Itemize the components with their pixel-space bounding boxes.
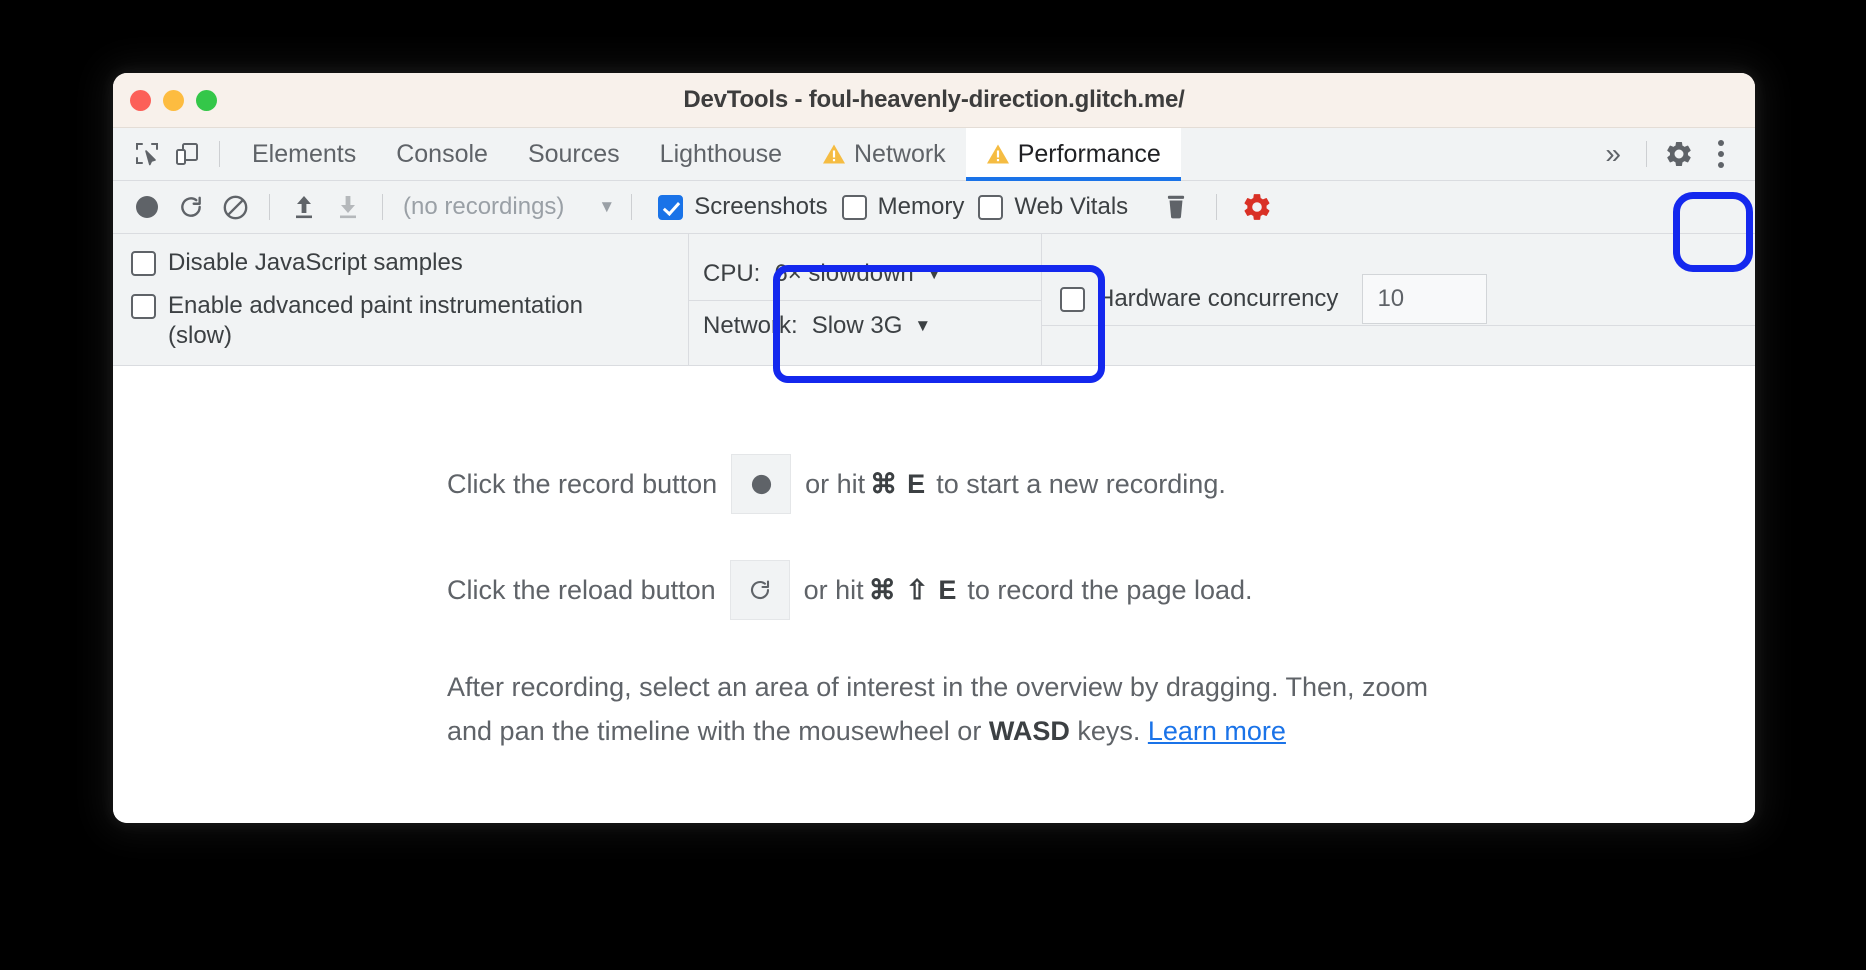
tab-label: Lighthouse [659,139,782,168]
record-instruction-before: Click the record button [447,468,718,499]
screenshot-root: DevTools - foul-heavenly-direction.glitc… [0,0,1866,970]
inspect-element-icon[interactable] [127,134,167,174]
cpu-throttling-value: 6× slowdown [774,259,914,287]
wasd-keys-label: WASD [988,715,1070,746]
reload-and-record-button[interactable] [169,185,213,229]
warning-triangle-icon [823,144,845,164]
tabbar-right-controls: » [1589,132,1755,176]
tab-label: Network [854,139,946,168]
more-options-icon[interactable] [1699,132,1743,176]
checkbox-label: Disable JavaScript samples [168,249,463,276]
capture-settings-pane: Disable JavaScript samples Enable advanc… [113,234,1755,366]
reload-instruction-line: Click the reload button or hit ⌘ ⇧ E to … [447,560,1755,620]
checkbox-label: Web Vitals [1014,193,1129,220]
throttling-controls: CPU: 6× slowdown ▼ Network: Slow 3G ▼ [689,234,1041,365]
reload-instruction-after: to record the page load. [967,574,1253,605]
hardware-concurrency-checkbox[interactable] [1060,286,1085,312]
clear-button[interactable] [213,185,257,229]
trash-icon[interactable] [1154,185,1198,229]
reload-button-inline[interactable] [729,560,790,620]
chevron-down-icon[interactable]: ▼ [926,264,943,284]
tab-network[interactable]: Network [802,128,966,181]
toolbar-divider-1 [269,194,270,220]
tabbar-divider [219,141,220,167]
tab-console[interactable]: Console [376,128,508,181]
load-profile-icon[interactable] [282,185,326,229]
cpu-throttling-select[interactable]: CPU: 6× slowdown ▼ [689,248,1041,300]
network-throttling-key: Network: [703,312,798,339]
toolbar-divider-3 [631,194,633,220]
reload-instruction-before: Click the reload button [447,574,716,605]
capture-settings-left: Disable JavaScript samples Enable advanc… [113,234,689,365]
chevron-down-icon[interactable]: ▼ [914,316,931,336]
disable-js-samples-checkbox[interactable]: Disable JavaScript samples [131,248,688,278]
hardware-concurrency-row: Hardware concurrency 10 [1042,274,1755,326]
checkbox-box[interactable] [658,194,684,220]
tab-label: Elements [252,139,357,168]
paragraph-part2: keys. [1069,715,1148,746]
chevron-down-icon[interactable]: ▼ [598,197,615,217]
device-toolbar-icon[interactable] [167,134,207,174]
learn-more-link[interactable]: Learn more [1148,716,1286,746]
tab-sources[interactable]: Sources [508,128,640,181]
checkbox-label: Enable advanced paint instrumentation (s… [168,292,583,349]
dot [1718,140,1724,146]
hardware-concurrency-section: Hardware concurrency 10 [1041,234,1755,365]
window-titlebar: DevTools - foul-heavenly-direction.glitc… [113,73,1755,128]
performance-landing-page: Click the record button or hit ⌘ E to st… [113,366,1755,823]
recordings-dropdown-value[interactable]: (no recordings) [403,193,564,221]
checkbox-box[interactable] [131,251,156,276]
letter-key-glyph: E [938,574,957,605]
checkbox-label: Screenshots [694,193,828,220]
checkbox-box[interactable] [841,194,867,220]
more-tabs-icon[interactable]: » [1589,138,1634,170]
tabbar-right-divider [1646,141,1647,167]
network-throttling-value: Slow 3G [811,312,903,339]
checkbox-label: Memory [877,193,965,220]
screenshots-checkbox[interactable]: Screenshots [658,193,828,221]
toolbar-divider-4 [1216,194,1218,220]
settings-gear-icon[interactable] [1659,134,1699,174]
network-throttling-select[interactable]: Network: Slow 3G ▼ [689,299,1041,352]
hardware-concurrency-label: Hardware concurrency [1097,285,1339,312]
web-vitals-checkbox[interactable]: Web Vitals [978,193,1128,221]
overview-instruction-paragraph: After recording, select an area of inter… [447,666,1447,753]
devtools-window: DevTools - foul-heavenly-direction.glitc… [113,73,1755,823]
record-instruction-after: to start a new recording. [936,468,1226,499]
toolbar-divider-2 [382,194,383,220]
checkbox-box[interactable] [978,194,1004,220]
hardware-concurrency-input[interactable]: 10 [1362,274,1488,324]
letter-key-glyph: E [907,468,926,499]
warning-triangle-icon [986,144,1009,164]
dot [1718,162,1724,168]
checkbox-box[interactable] [131,294,156,319]
capture-settings-gear-icon[interactable] [1235,185,1279,229]
tab-label: Sources [527,139,620,168]
advanced-paint-instrumentation-checkbox[interactable]: Enable advanced paint instrumentation (s… [131,291,688,351]
record-instruction-middle: or hit [805,468,866,499]
record-instruction-line: Click the record button or hit ⌘ E to st… [447,454,1755,514]
tab-label: Console [396,139,488,168]
record-button-inline[interactable] [731,454,792,514]
shift-key-glyph: ⇧ [905,574,929,605]
cmd-key-glyph: ⌘ [868,574,896,605]
save-profile-icon[interactable] [326,185,370,229]
reload-instruction-middle: or hit [803,574,864,605]
tab-performance[interactable]: Performance [965,127,1181,181]
tab-elements[interactable]: Elements [232,128,376,181]
tab-label: Performance [1017,139,1161,168]
dot [1718,151,1724,157]
tab-lighthouse[interactable]: Lighthouse [640,128,802,181]
cmd-key-glyph: ⌘ [870,468,898,499]
window-title: DevTools - foul-heavenly-direction.glitc… [683,86,1185,113]
devtools-tabbar: Elements Console Sources Lighthouse Netw… [113,127,1755,181]
cpu-throttling-key: CPU: [703,259,761,287]
record-button[interactable] [125,185,169,229]
memory-checkbox[interactable]: Memory [841,193,965,221]
performance-toolbar: (no recordings) ▼ Screenshots Memory Web… [113,181,1755,234]
